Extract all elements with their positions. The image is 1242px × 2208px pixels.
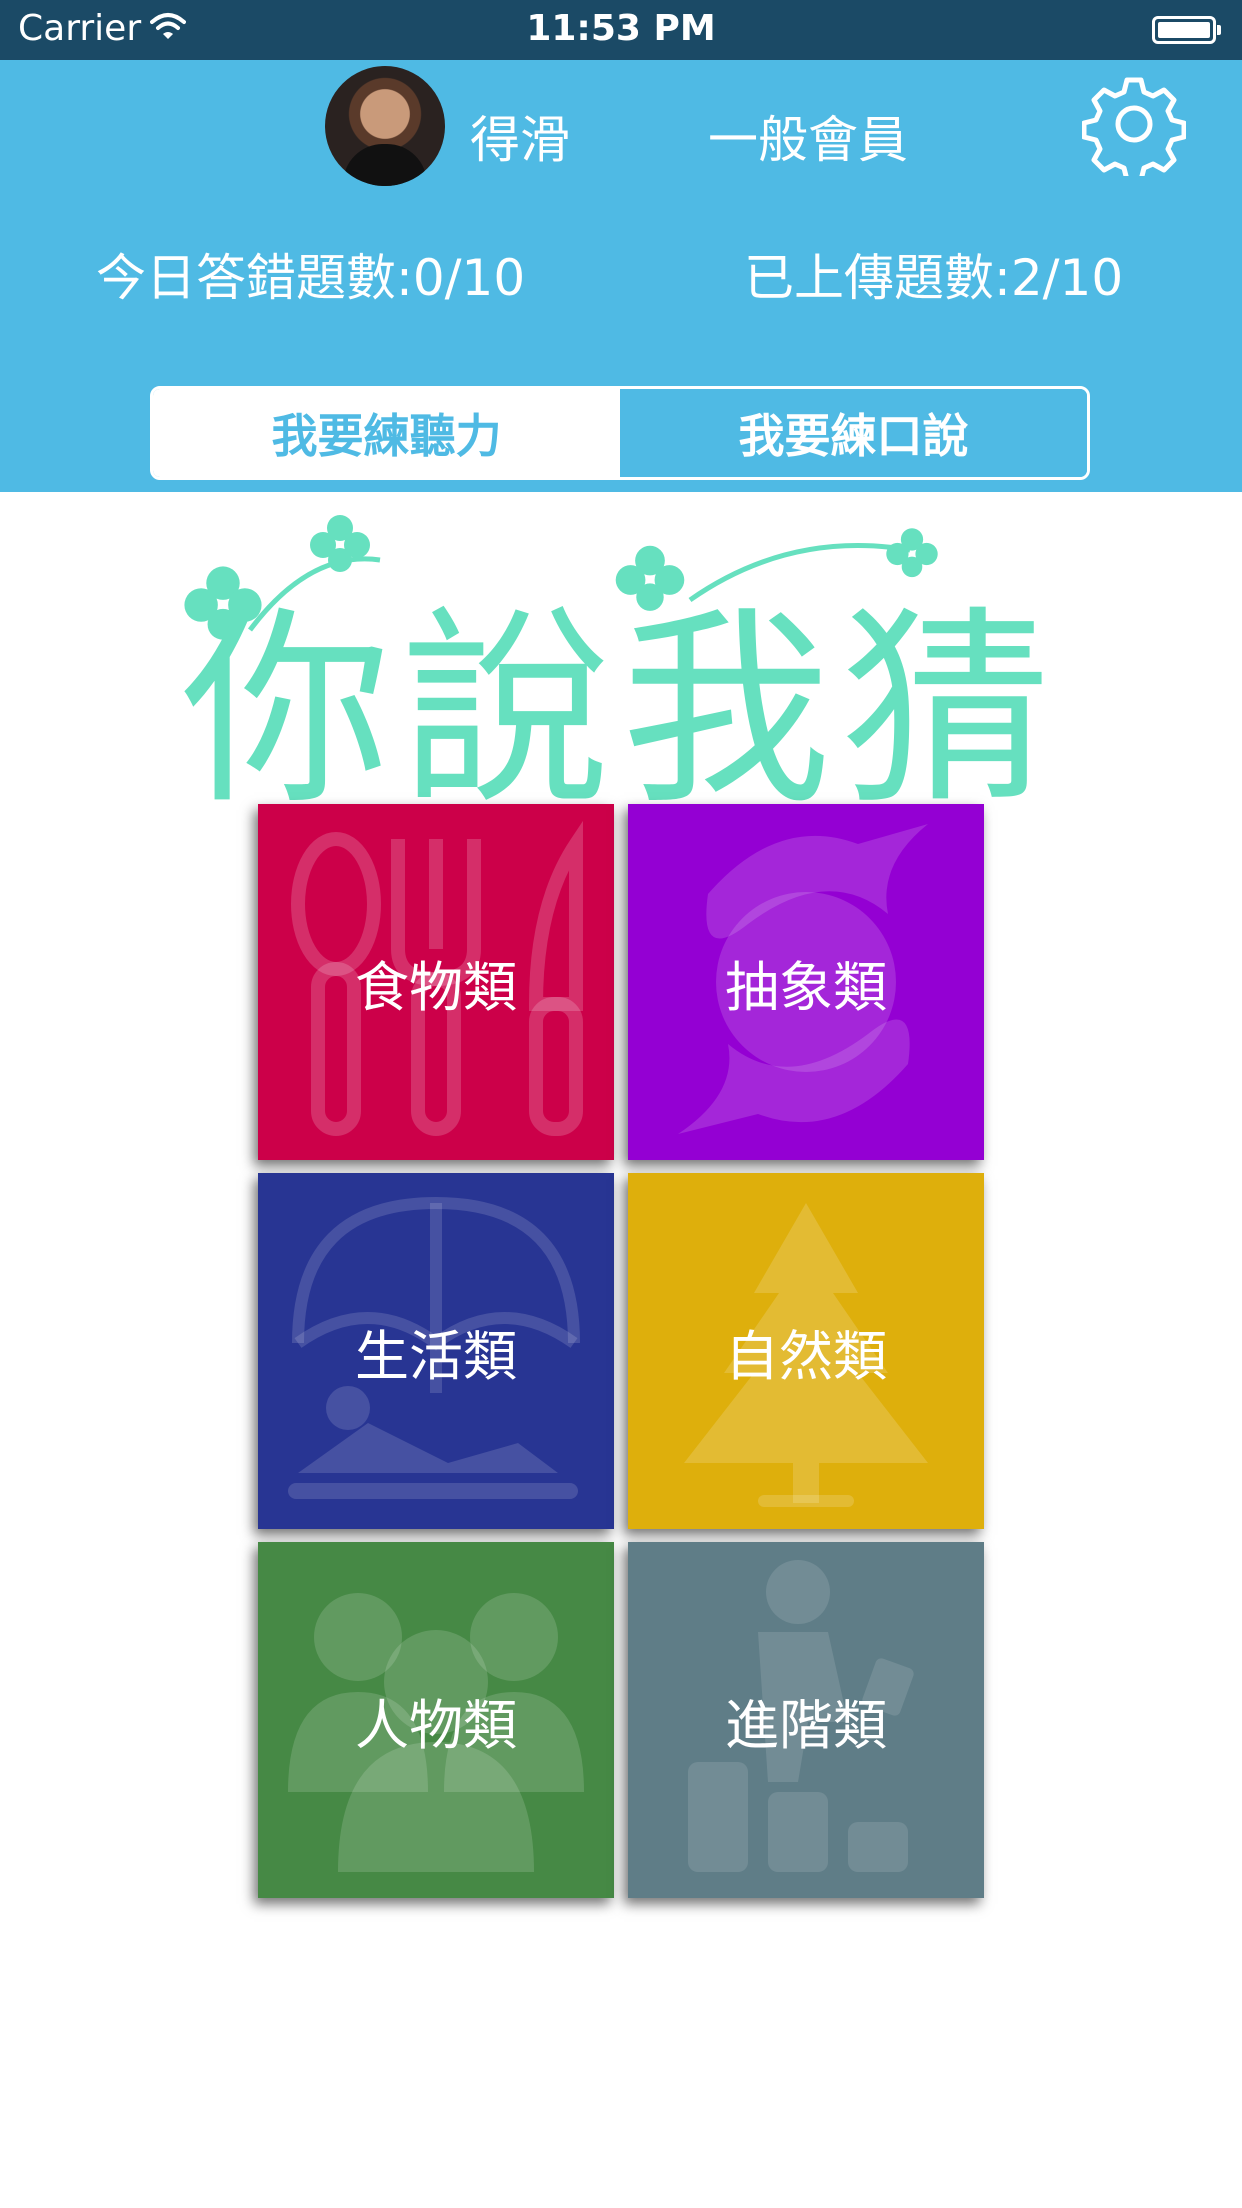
category-nature-label: 自然類 [725, 1324, 887, 1388]
settings-gear-icon[interactable] [1081, 72, 1187, 183]
avatar[interactable] [325, 66, 445, 186]
mode-segmented-control: 我要練聽力 我要練口說 [150, 386, 1090, 480]
category-food-tile[interactable]: 食物類 [258, 804, 614, 1160]
category-advanced-label: 進階類 [725, 1693, 887, 1757]
category-people-label: 人物類 [355, 1693, 517, 1757]
category-abstract-tile[interactable]: 抽象類 [628, 804, 984, 1160]
category-life-label: 生活類 [355, 1324, 517, 1388]
category-people-tile[interactable]: 人物類 [258, 1542, 614, 1898]
uploaded-questions-count: 已上傳題數:2/10 [744, 249, 1124, 307]
category-advanced-tile[interactable]: 進階類 [628, 1542, 984, 1898]
category-nature-tile[interactable]: 自然類 [628, 1173, 984, 1529]
tab-listening-practice[interactable]: 我要練聽力 [153, 389, 620, 477]
category-food-label: 食物類 [355, 955, 517, 1019]
wrong-answers-today: 今日答錯題數:0/10 [96, 249, 526, 307]
category-abstract-label: 抽象類 [725, 955, 887, 1019]
username: 得滑 [470, 111, 570, 169]
membership-level: 一般會員 [708, 111, 908, 169]
category-life-tile[interactable]: 生活類 [258, 1173, 614, 1529]
clock: 11:53 PM [526, 8, 716, 49]
tab-speaking-practice[interactable]: 我要練口說 [620, 389, 1087, 477]
app-logo: 你說我猜 [170, 500, 1072, 833]
status-bar: Carrier 11:53 PM [0, 0, 1242, 60]
profile-header: 得滑 一般會員 今日答錯題數:0/10 已上傳題數:2/10 我要練聽力 我要練… [0, 60, 1242, 492]
logo-text: 你說我猜 [180, 588, 1061, 833]
battery-icon [1152, 16, 1221, 44]
